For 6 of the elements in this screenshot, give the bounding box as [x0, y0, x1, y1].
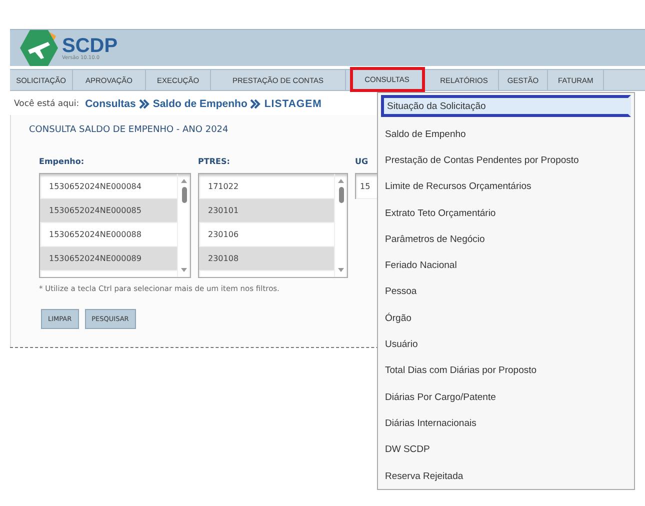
filter-label: Empenho: — [39, 157, 86, 168]
breadcrumb-label: Você está aqui: — [14, 99, 80, 109]
panel-title: CONSULTA SALDO DE EMPENHO - ANO 2024 — [29, 125, 228, 135]
logo-text: SCDP — [62, 36, 118, 56]
filter-label: UG — [355, 157, 370, 168]
filter-label: PTRES: — [198, 157, 231, 168]
